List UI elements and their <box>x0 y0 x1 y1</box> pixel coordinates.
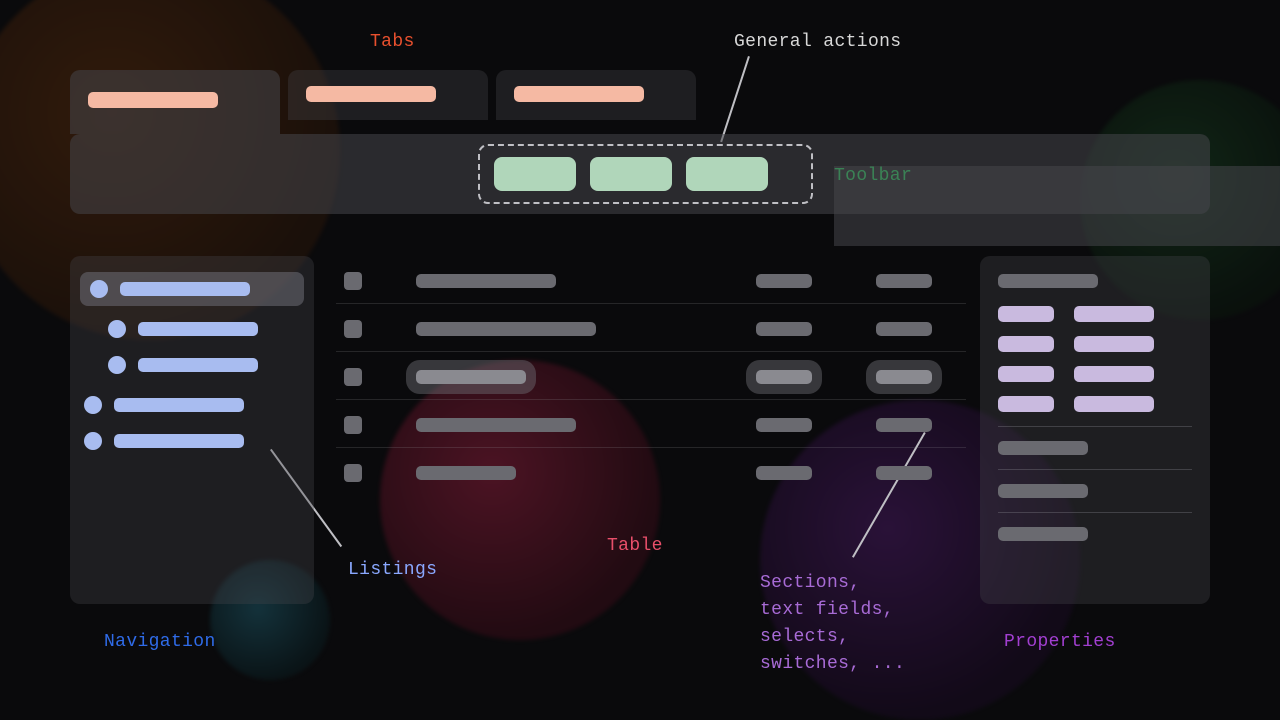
cell-placeholder <box>756 274 812 288</box>
toolbar-action-placeholder <box>686 157 768 191</box>
table-row <box>336 400 966 448</box>
cell-placeholder <box>876 418 932 432</box>
tab-placeholder <box>288 70 488 120</box>
property-row <box>998 306 1192 322</box>
cell-placeholder <box>756 466 812 480</box>
nav-item-placeholder <box>80 272 304 306</box>
toolbar-region <box>70 134 1210 214</box>
table-row <box>336 448 966 496</box>
divider <box>998 426 1192 427</box>
divider <box>998 512 1192 513</box>
nav-bullet-icon <box>108 356 126 374</box>
row-icon <box>344 416 362 434</box>
cell-placeholder <box>876 322 932 336</box>
row-icon <box>344 464 362 482</box>
nav-item-placeholder <box>84 432 244 450</box>
cell-placeholder <box>416 370 526 384</box>
nav-label-placeholder <box>120 282 250 296</box>
property-value-placeholder <box>1074 306 1154 322</box>
divider <box>998 469 1192 470</box>
toolbar-action-placeholder <box>590 157 672 191</box>
nav-label-placeholder <box>138 358 258 372</box>
general-actions-group <box>478 144 813 204</box>
row-icon <box>344 320 362 338</box>
nav-bullet-icon <box>84 396 102 414</box>
property-row <box>998 336 1192 352</box>
tab-placeholder <box>496 70 696 120</box>
annotation-properties: Properties <box>1004 632 1116 652</box>
cell-placeholder <box>416 274 556 288</box>
tab-label-placeholder <box>306 86 436 102</box>
table-row <box>336 256 966 304</box>
nav-label-placeholder <box>138 322 258 336</box>
diagram-stage: Tabs General actions Toolbar Listings Na… <box>0 0 1280 700</box>
navigation-region <box>70 256 314 604</box>
nav-item-placeholder <box>108 320 258 338</box>
property-value-placeholder <box>1074 366 1154 382</box>
property-line-placeholder <box>998 527 1088 541</box>
annotation-table: Table <box>607 536 663 556</box>
annotation-general-actions: General actions <box>734 32 901 52</box>
annotation-listings: Listings <box>348 560 437 580</box>
property-value-placeholder <box>1074 336 1154 352</box>
cell-placeholder <box>876 274 932 288</box>
properties-region <box>980 256 1210 604</box>
property-line-placeholder <box>998 484 1088 498</box>
annotation-tabs: Tabs <box>370 32 415 52</box>
property-key-placeholder <box>998 336 1054 352</box>
connector-line <box>720 56 750 142</box>
cell-placeholder <box>416 418 576 432</box>
property-key-placeholder <box>998 306 1054 322</box>
nav-label-placeholder <box>114 398 244 412</box>
nav-label-placeholder <box>114 434 244 448</box>
property-value-placeholder <box>1074 396 1154 412</box>
property-key-placeholder <box>998 396 1054 412</box>
annotation-navigation: Navigation <box>104 632 216 652</box>
cell-placeholder <box>876 466 932 480</box>
tab-label-placeholder <box>88 92 218 108</box>
property-key-placeholder <box>998 366 1054 382</box>
table-region <box>336 256 966 534</box>
nav-item-placeholder <box>108 356 258 374</box>
row-icon <box>344 272 362 290</box>
table-row <box>336 352 966 400</box>
property-row <box>998 396 1192 412</box>
property-row <box>998 366 1192 382</box>
cell-placeholder <box>756 322 812 336</box>
cell-placeholder <box>876 370 932 384</box>
nav-bullet-icon <box>90 280 108 298</box>
cell-placeholder <box>416 322 596 336</box>
cell-placeholder <box>756 370 812 384</box>
toolbar-action-placeholder <box>494 157 576 191</box>
cell-placeholder <box>756 418 812 432</box>
table-row <box>336 304 966 352</box>
cell-placeholder <box>416 466 516 480</box>
nav-bullet-icon <box>84 432 102 450</box>
annotation-sections: Sections, text fields, selects, switches… <box>760 570 905 678</box>
tab-label-placeholder <box>514 86 644 102</box>
nav-bullet-icon <box>108 320 126 338</box>
properties-header-placeholder <box>998 274 1098 288</box>
row-icon <box>344 368 362 386</box>
tab-placeholder <box>70 70 280 134</box>
property-line-placeholder <box>998 441 1088 455</box>
nav-item-placeholder <box>84 396 244 414</box>
